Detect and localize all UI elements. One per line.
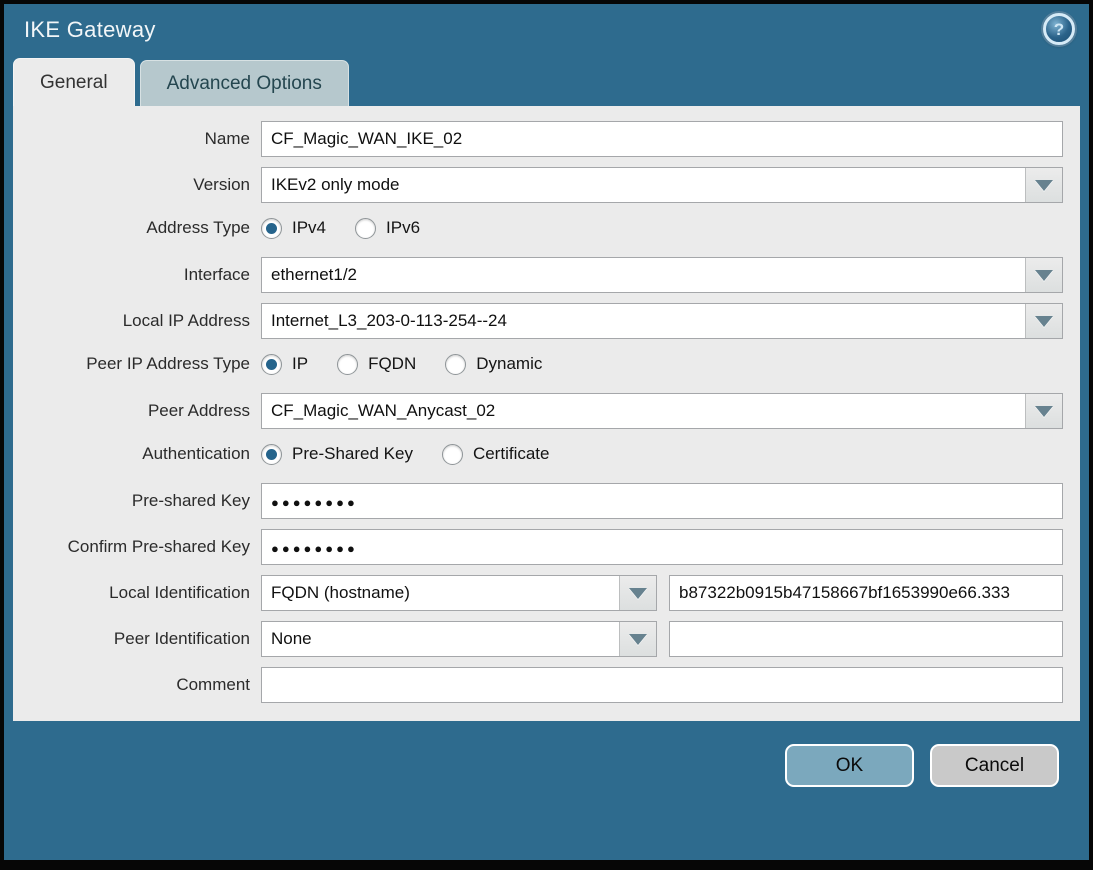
dialog-title: IKE Gateway <box>24 17 156 43</box>
pre-shared-key-label: Pre-shared Key <box>13 491 261 511</box>
peer-identification-type-value[interactable]: None <box>262 622 619 656</box>
chevron-down-icon <box>629 634 647 645</box>
confirm-pre-shared-key-label: Confirm Pre-shared Key <box>13 537 261 557</box>
radio-label-ip[interactable]: IP <box>292 354 308 374</box>
peer-identification-label: Peer Identification <box>13 629 261 649</box>
radio-button-icon[interactable] <box>261 444 282 465</box>
address-type-label: Address Type <box>13 218 261 238</box>
version-label: Version <box>13 175 261 195</box>
authentication-row: Authentication Pre-Shared Key Certificat… <box>13 439 1063 469</box>
tab-bar: General Advanced Options <box>4 56 1089 106</box>
comment-input[interactable] <box>261 667 1063 703</box>
peer-identification-type-dropdown[interactable]: None <box>261 621 657 657</box>
interface-dropdown-value[interactable]: ethernet1/2 <box>262 258 1025 292</box>
local-identification-label: Local Identification <box>13 583 261 603</box>
tab-advanced-options-label: Advanced Options <box>167 73 322 95</box>
peer-identification-row: Peer Identification None <box>13 621 1063 657</box>
radio-option-ipv6[interactable]: IPv6 <box>355 218 420 239</box>
tab-advanced-options[interactable]: Advanced Options <box>140 60 349 106</box>
interface-row: Interface ethernet1/2 <box>13 257 1063 293</box>
radio-label-certificate[interactable]: Certificate <box>473 444 550 464</box>
peer-ip-address-type-label: Peer IP Address Type <box>13 354 261 374</box>
radio-button-icon[interactable] <box>261 218 282 239</box>
peer-address-label: Peer Address <box>13 401 261 421</box>
confirm-pre-shared-key-input[interactable] <box>261 529 1063 565</box>
radio-button-icon[interactable] <box>337 354 358 375</box>
dialog-footer: OK Cancel <box>4 721 1089 860</box>
radio-label-dynamic[interactable]: Dynamic <box>476 354 542 374</box>
version-dropdown-value[interactable]: IKEv2 only mode <box>262 168 1025 202</box>
local-identification-type-dropdown[interactable]: FQDN (hostname) <box>261 575 657 611</box>
radio-button-icon[interactable] <box>442 444 463 465</box>
local-identification-value-input[interactable] <box>669 575 1063 611</box>
version-dropdown-button[interactable] <box>1025 168 1062 202</box>
cancel-button[interactable]: Cancel <box>930 744 1059 787</box>
local-ip-address-label: Local IP Address <box>13 311 261 331</box>
address-type-row: Address Type IPv4 IPv6 <box>13 213 1063 243</box>
general-tab-panel: Name Version IKEv2 only mode Address Typ… <box>13 106 1080 721</box>
comment-row: Comment <box>13 667 1063 703</box>
peer-address-row: Peer Address CF_Magic_WAN_Anycast_02 <box>13 393 1063 429</box>
radio-option-certificate[interactable]: Certificate <box>442 444 550 465</box>
radio-button-icon[interactable] <box>445 354 466 375</box>
interface-dropdown[interactable]: ethernet1/2 <box>261 257 1063 293</box>
radio-label-fqdn[interactable]: FQDN <box>368 354 416 374</box>
local-ip-address-dropdown-value[interactable]: Internet_L3_203-0-113-254--24 <box>262 304 1025 338</box>
radio-label-ipv4[interactable]: IPv4 <box>292 218 326 238</box>
chevron-down-icon <box>1035 270 1053 281</box>
chevron-down-icon <box>1035 406 1053 417</box>
help-button[interactable]: ? <box>1043 13 1075 45</box>
name-row: Name <box>13 121 1063 157</box>
local-ip-address-row: Local IP Address Internet_L3_203-0-113-2… <box>13 303 1063 339</box>
comment-label: Comment <box>13 675 261 695</box>
radio-label-ipv6[interactable]: IPv6 <box>386 218 420 238</box>
peer-ip-address-type-row: Peer IP Address Type IP FQDN Dynamic <box>13 349 1063 379</box>
authentication-label: Authentication <box>13 444 261 464</box>
local-ip-address-dropdown-button[interactable] <box>1025 304 1062 338</box>
peer-identification-value-input[interactable] <box>669 621 1063 657</box>
radio-option-ipv4[interactable]: IPv4 <box>261 218 326 239</box>
authentication-radio-group: Pre-Shared Key Certificate <box>261 444 1063 465</box>
confirm-pre-shared-key-row: Confirm Pre-shared Key <box>13 529 1063 565</box>
tab-general[interactable]: General <box>13 58 135 106</box>
question-mark-icon: ? <box>1054 21 1064 38</box>
name-label: Name <box>13 129 261 149</box>
local-identification-row: Local Identification FQDN (hostname) <box>13 575 1063 611</box>
peer-address-dropdown-value[interactable]: CF_Magic_WAN_Anycast_02 <box>262 394 1025 428</box>
radio-button-icon[interactable] <box>261 354 282 375</box>
peer-address-dropdown-button[interactable] <box>1025 394 1062 428</box>
chevron-down-icon <box>1035 180 1053 191</box>
chevron-down-icon <box>629 588 647 599</box>
peer-ip-address-type-radio-group: IP FQDN Dynamic <box>261 354 1063 375</box>
radio-label-pre-shared-key[interactable]: Pre-Shared Key <box>292 444 413 464</box>
radio-option-pre-shared-key[interactable]: Pre-Shared Key <box>261 444 413 465</box>
tab-general-label: General <box>40 72 108 94</box>
name-input[interactable] <box>261 121 1063 157</box>
peer-identification-dropdown-button[interactable] <box>619 622 656 656</box>
interface-label: Interface <box>13 265 261 285</box>
chevron-down-icon <box>1035 316 1053 327</box>
version-row: Version IKEv2 only mode <box>13 167 1063 203</box>
version-dropdown[interactable]: IKEv2 only mode <box>261 167 1063 203</box>
peer-address-dropdown[interactable]: CF_Magic_WAN_Anycast_02 <box>261 393 1063 429</box>
interface-dropdown-button[interactable] <box>1025 258 1062 292</box>
ike-gateway-dialog: IKE Gateway ? General Advanced Options N… <box>0 0 1093 870</box>
radio-option-fqdn[interactable]: FQDN <box>337 354 416 375</box>
radio-option-ip[interactable]: IP <box>261 354 308 375</box>
address-type-radio-group: IPv4 IPv6 <box>261 218 1063 239</box>
local-identification-type-value[interactable]: FQDN (hostname) <box>262 576 619 610</box>
title-bar: IKE Gateway ? <box>4 4 1089 56</box>
ok-button[interactable]: OK <box>785 744 914 787</box>
local-ip-address-dropdown[interactable]: Internet_L3_203-0-113-254--24 <box>261 303 1063 339</box>
radio-button-icon[interactable] <box>355 218 376 239</box>
radio-option-dynamic[interactable]: Dynamic <box>445 354 542 375</box>
pre-shared-key-input[interactable] <box>261 483 1063 519</box>
local-identification-dropdown-button[interactable] <box>619 576 656 610</box>
pre-shared-key-row: Pre-shared Key <box>13 483 1063 519</box>
